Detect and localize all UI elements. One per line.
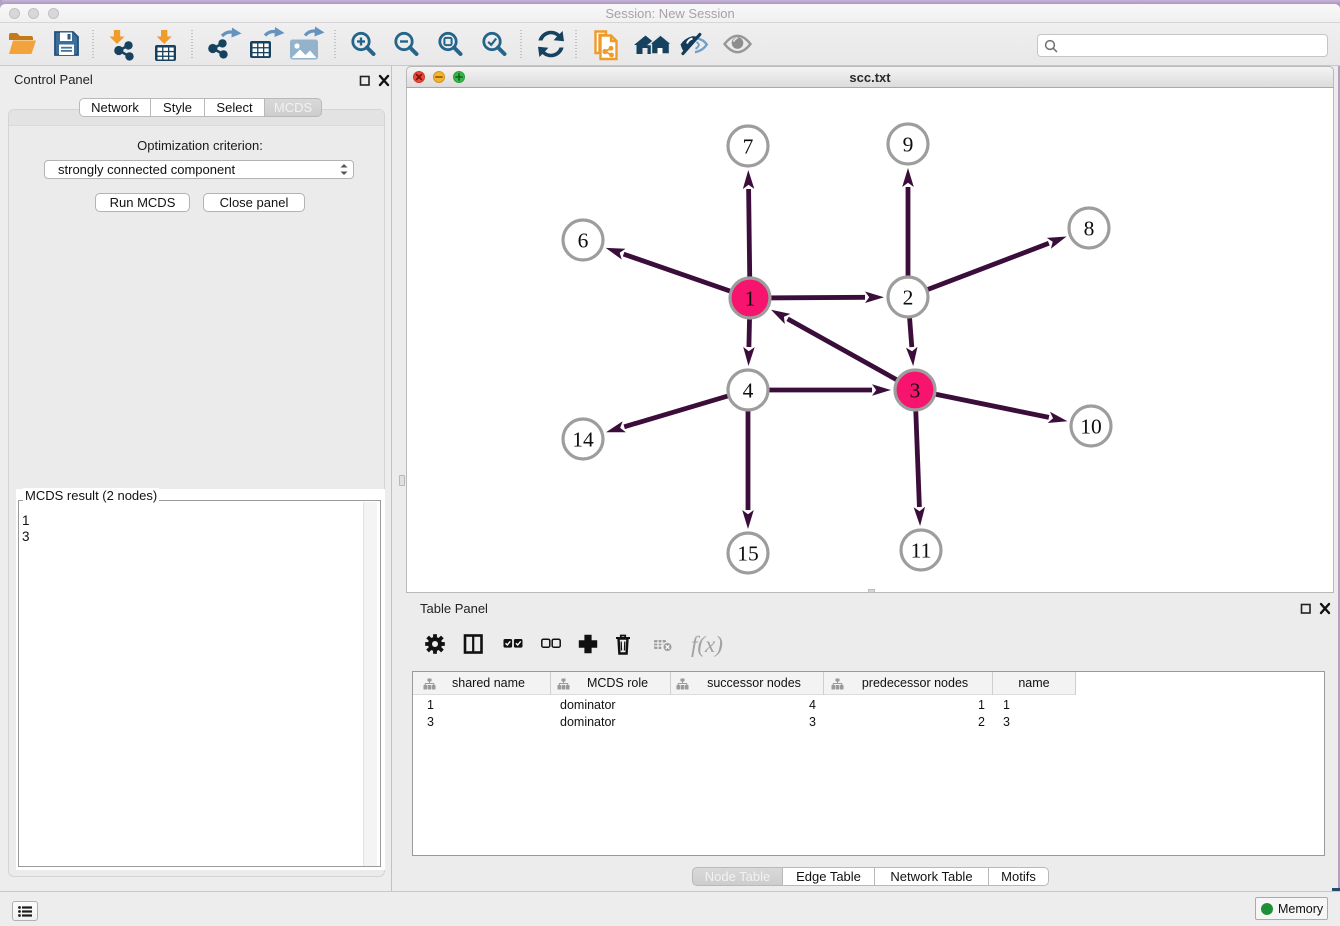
svg-text:10: 10 — [1080, 415, 1102, 439]
svg-text:3: 3 — [910, 379, 921, 403]
svg-text:14: 14 — [572, 428, 594, 452]
svg-text:9: 9 — [903, 133, 914, 157]
svg-text:f(x): f(x) — [691, 632, 723, 657]
svg-text:2: 2 — [903, 286, 914, 310]
svg-text:15: 15 — [737, 542, 759, 566]
svg-text:6: 6 — [578, 229, 589, 253]
svg-text:4: 4 — [743, 379, 754, 403]
svg-text:8: 8 — [1084, 217, 1095, 241]
svg-text:1: 1 — [745, 287, 756, 311]
svg-text:7: 7 — [743, 135, 754, 159]
svg-text:11: 11 — [911, 539, 932, 563]
